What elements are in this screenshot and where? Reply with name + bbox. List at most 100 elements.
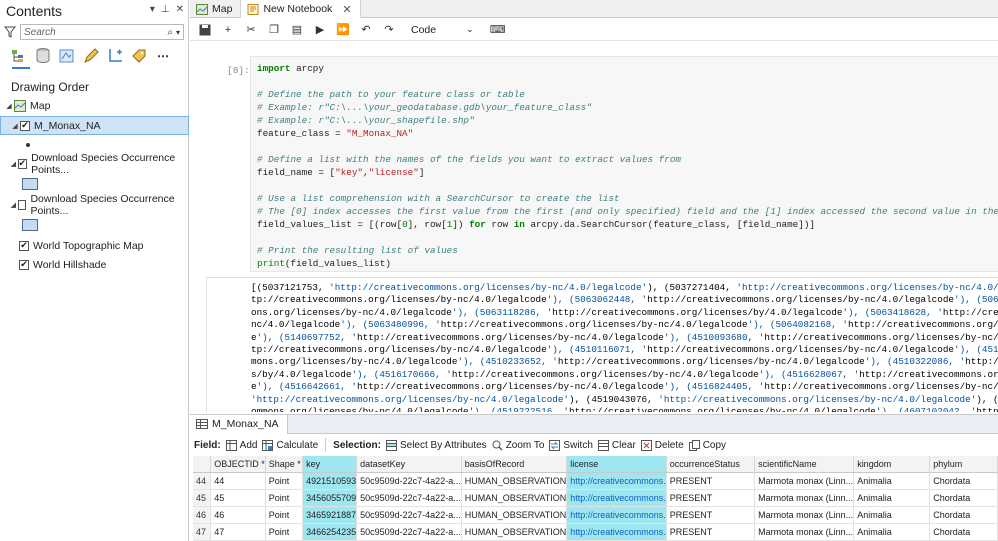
cut-icon[interactable]: ✂ <box>244 23 258 37</box>
more-options-icon[interactable]: ⋯ <box>154 47 172 65</box>
list-by-labeling-icon[interactable] <box>130 47 148 65</box>
pin-icon[interactable]: ⊥ <box>161 4 170 15</box>
table-cell[interactable]: PRESENT <box>666 489 756 507</box>
table-cell[interactable]: Chordata <box>929 472 998 490</box>
table-cell[interactable]: Point <box>265 506 304 524</box>
save-icon[interactable] <box>198 23 212 37</box>
code-cell[interactable]: import arcpy # Define the path to your fe… <box>250 56 998 272</box>
tree-item-species-points-1[interactable]: ◢ ✔ Download Species Occurrence Points..… <box>0 152 189 176</box>
table-row[interactable]: 45 45 Point 3456055709 50c9509d-22c7-4a22-a.… <box>193 489 998 507</box>
tree-item-map[interactable]: ◢ Map <box>0 96 189 115</box>
cell-type-dropdown[interactable]: Code ⌄ <box>411 24 474 36</box>
close-icon[interactable]: ✕ <box>176 4 184 15</box>
insert-cell-icon[interactable]: + <box>221 23 235 37</box>
column-header[interactable]: phylum <box>929 456 998 473</box>
table-row[interactable]: 44 44 Point 4921510593 50c9509d-22c7-4a22-a.… <box>193 472 998 490</box>
table-cell[interactable]: Marmota monax (Linn... <box>754 472 855 490</box>
chevron-down-icon[interactable]: ▾ <box>150 4 155 15</box>
column-header[interactable]: datasetKey <box>356 456 462 473</box>
layer-visibility-checkbox[interactable]: ✔ <box>17 158 28 169</box>
tab-attribute-table[interactable]: M_Monax_NA <box>190 414 288 434</box>
table-cell[interactable]: 3465921887 <box>302 506 358 524</box>
table-cell[interactable]: 50c9509d-22c7-4a22-a... <box>356 523 462 541</box>
list-by-drawing-order-icon[interactable] <box>10 47 28 65</box>
select-by-attributes-button[interactable]: Select By Attributes <box>385 439 487 451</box>
table-cell[interactable]: Animalia <box>853 489 931 507</box>
table-cell[interactable]: Chordata <box>929 506 998 524</box>
table-cell[interactable]: Point <box>265 489 304 507</box>
tab-map[interactable]: Map <box>190 0 242 18</box>
table-cell[interactable]: HUMAN_OBSERVATION <box>461 506 568 524</box>
table-row[interactable]: 46 46 Point 3465921887 50c9509d-22c7-4a22-a.… <box>193 506 998 524</box>
column-header[interactable]: kingdom <box>853 456 931 473</box>
redo-icon[interactable]: ↷ <box>382 23 396 37</box>
column-header[interactable]: Shape * <box>265 456 304 473</box>
table-cell[interactable]: http://creativecommons. <box>566 506 667 524</box>
table-cell[interactable]: 3456055709 <box>302 489 358 507</box>
collapse-icon[interactable]: ◢ <box>4 102 14 110</box>
layer-visibility-checkbox[interactable]: ✔ <box>19 240 29 251</box>
table-cell[interactable]: Animalia <box>853 506 931 524</box>
table-cell[interactable]: PRESENT <box>666 506 756 524</box>
search-icon[interactable]: ⌕ <box>167 27 173 38</box>
zoom-to-button[interactable]: Zoom To <box>492 440 544 451</box>
layer-visibility-checkbox[interactable]: ✔ <box>20 120 30 131</box>
table-cell[interactable]: 44 <box>210 472 266 490</box>
close-tab-icon[interactable]: ✕ <box>342 3 351 16</box>
tree-item-world-hillshade[interactable]: ✔ World Hillshade <box>0 255 189 274</box>
run-all-icon[interactable]: ⏩ <box>336 23 350 37</box>
list-by-snapping-icon[interactable] <box>106 47 124 65</box>
table-cell[interactable]: HUMAN_OBSERVATION <box>461 489 568 507</box>
layer-visibility-checkbox[interactable]: ✔ <box>19 259 29 270</box>
column-header[interactable]: OBJECTID * <box>210 456 266 473</box>
table-cell[interactable]: 45 <box>210 489 266 507</box>
copy-selection-button[interactable]: Copy <box>688 439 726 451</box>
dropdown-icon[interactable]: ▾ <box>176 28 180 37</box>
table-cell[interactable]: Marmota monax (Linn... <box>754 506 855 524</box>
table-cell[interactable]: Animalia <box>853 472 931 490</box>
collapse-icon[interactable]: ◢ <box>9 160 18 168</box>
row-number[interactable]: 44 <box>193 472 212 490</box>
tree-item-world-topographic-map[interactable]: ✔ World Topographic Map <box>0 236 189 255</box>
add-field-button[interactable]: Add <box>225 439 257 451</box>
column-header[interactable]: key <box>302 456 358 473</box>
column-header[interactable]: scientificName <box>754 456 855 473</box>
row-number[interactable]: 46 <box>193 506 212 524</box>
table-cell[interactable]: Point <box>265 523 304 541</box>
collapse-icon[interactable]: ◢ <box>9 201 18 209</box>
table-cell[interactable]: PRESENT <box>666 523 756 541</box>
polygon-symbol-icon[interactable] <box>22 219 38 231</box>
list-by-selection-icon[interactable] <box>58 47 76 65</box>
column-header[interactable]: license <box>566 456 667 473</box>
table-cell[interactable]: 50c9509d-22c7-4a22-a... <box>356 489 462 507</box>
run-icon[interactable]: ▶ <box>313 23 327 37</box>
table-cell[interactable]: 47 <box>210 523 266 541</box>
list-by-editing-icon[interactable] <box>82 47 100 65</box>
table-cell[interactable]: Chordata <box>929 523 998 541</box>
row-number[interactable]: 45 <box>193 489 212 507</box>
keyboard-icon[interactable]: ⌨ <box>490 23 506 37</box>
tab-new-notebook[interactable]: New Notebook ✕ <box>241 0 361 18</box>
table-cell[interactable]: HUMAN_OBSERVATION <box>461 472 568 490</box>
table-cell[interactable]: Chordata <box>929 489 998 507</box>
search-input[interactable]: Search ⌕ ▾ <box>20 24 184 40</box>
table-cell[interactable]: Marmota monax (Linn... <box>754 489 855 507</box>
delete-selection-button[interactable]: Delete <box>640 439 684 451</box>
table-cell[interactable]: http://creativecommons. <box>566 472 667 490</box>
layer-visibility-checkbox[interactable] <box>17 199 27 210</box>
filter-icon[interactable] <box>4 26 16 38</box>
copy-icon[interactable]: ❐ <box>267 23 281 37</box>
table-cell[interactable]: PRESENT <box>666 472 756 490</box>
table-cell[interactable]: http://creativecommons. <box>566 523 667 541</box>
table-cell[interactable]: 3466254235 <box>302 523 358 541</box>
tree-item-species-points-2[interactable]: ◢ Download Species Occurrence Points... <box>0 193 189 217</box>
table-row[interactable]: 47 47 Point 3466254235 50c9509d-22c7-4a22-a.… <box>193 523 998 541</box>
table-cell[interactable]: Point <box>265 472 304 490</box>
table-cell[interactable]: HUMAN_OBSERVATION <box>461 523 568 541</box>
table-cell[interactable]: http://creativecommons. <box>566 489 667 507</box>
column-header[interactable]: occurrenceStatus <box>666 456 756 473</box>
switch-selection-button[interactable]: Switch <box>549 439 593 451</box>
table-cell[interactable]: 4921510593 <box>302 472 358 490</box>
table-cell[interactable]: Animalia <box>853 523 931 541</box>
polygon-symbol-icon[interactable] <box>22 178 38 190</box>
